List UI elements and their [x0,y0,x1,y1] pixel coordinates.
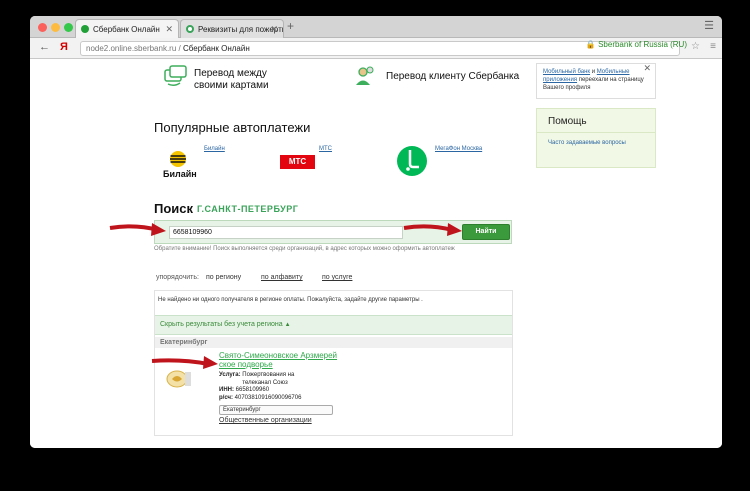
sort-label: упорядочить: [156,274,199,281]
caret-up-icon: ▲ [284,322,291,328]
annotation-arrow-icon [109,223,166,236]
close-window-icon[interactable] [38,23,47,32]
menu-icon[interactable]: ≡ [710,41,716,52]
url-title: Сбербанк Онлайн [182,44,250,53]
mts-logo: МТС [280,155,315,169]
new-tab-icon[interactable]: + [287,19,294,33]
tab-label: Сбербанк Онлайн [93,25,160,34]
url-host: node2.online.sberbank.ru [86,44,177,53]
menu-icon[interactable]: ☰ [704,19,714,32]
region-header: Екатеринбург [155,337,512,348]
city-select[interactable]: Екатеринбург [219,405,333,415]
help-title: Помощь [548,116,587,127]
annotation-arrow-icon [151,356,218,369]
search-title: Поиск [154,201,194,216]
organization-logo-icon [166,370,191,388]
users-icon [356,66,374,85]
sort-by-region[interactable]: по региону [206,274,241,281]
address-bar: ← Я node2.online.sberbank.ru / Сбербанк … [30,38,722,59]
account-label: р/сч: [219,394,233,401]
search-city-link[interactable]: Г.САНКТ-ПЕТЕРБУРГ [197,204,298,214]
autopay-title: Популярные автоплатежи [154,120,311,135]
autopay-link-beeline[interactable]: Билайн [204,146,225,152]
organization-details: Услуга: Пожертвования на телеканал Союз … [219,372,302,402]
cards-icon [164,65,187,87]
browser-logo[interactable]: Я [60,41,68,53]
help-box: Помощь Часто задаваемые вопросы [536,108,656,168]
transfer-between-cards-label: Перевод между своими картами [194,68,269,91]
transfer-to-client-label: Перевод клиенту Сбербанка [386,71,520,82]
faq-link[interactable]: Часто задаваемые вопросы [548,140,628,147]
sort-by-service[interactable]: по услуге [322,274,352,281]
search-note: Обратите внимание! Поиск выполняется сре… [154,246,455,252]
service-value: Пожертвования на телеканал Союз [242,372,295,386]
browser-window: Сбербанк Онлайн ✕ Реквизиты для пожертво… [30,16,722,448]
search-input[interactable] [169,226,403,239]
back-arrow-icon[interactable]: ← [39,41,50,53]
secure-label: Sberbank of Russia (RU) [598,40,687,49]
hide-results-toggle[interactable]: Скрыть результаты без учета региона ▲ [155,315,512,335]
tab-bar: Сбербанк Онлайн ✕ Реквизиты для пожертво… [30,16,722,38]
page-content: Перевод между своими картами Перевод кли… [30,60,722,448]
close-tab-icon[interactable]: ✕ [165,24,173,35]
inn-label: ИНН: [219,387,234,393]
close-tab-icon[interactable]: ✕ [270,24,278,35]
find-button[interactable]: Найти [462,224,510,240]
account-value: 40703810916090096706 [234,394,302,401]
category-link[interactable]: Общественные организации [219,417,312,424]
annotation-arrow-icon [403,223,462,236]
url-separator: / [176,44,183,53]
hint-link-mobile-bank[interactable]: Мобильный банк [543,69,590,75]
autopay-link-mts[interactable]: МТС [319,146,332,152]
service-label: Услуга: [219,372,241,378]
not-found-message: Не найдено ни одного получателя в регион… [158,297,423,303]
inn-value: 6658109960 [235,387,270,393]
autopay-link-megafon[interactable]: МегаФон Москва [435,146,482,152]
hint-text: и [590,69,597,75]
secure-badge[interactable]: 🔒 Sberbank of Russia (RU) [586,40,687,49]
megafon-logo-icon [397,146,427,176]
bookmark-star-icon[interactable]: ☆ [691,41,700,52]
hide-results-label: Скрыть результаты без учета региона [160,321,283,328]
close-hint-icon[interactable]: ✕ [643,64,651,73]
beeline-logo-text: Билайн [163,169,197,179]
hint-box: ✕ Мобильный банк и Мобильные приложения … [536,63,656,99]
help-divider [537,132,655,133]
sberbank-favicon-icon [81,25,89,33]
organization-name-link[interactable]: Свято-Симеоновское Арзмерей ское подворь… [219,351,349,369]
tab-sberbank-online[interactable]: Сбербанк Онлайн ✕ [75,19,179,38]
maximize-window-icon[interactable] [64,23,73,32]
minimize-window-icon[interactable] [51,23,60,32]
beeline-logo-icon [170,151,186,167]
page-favicon-icon [186,25,194,33]
sort-by-alpha[interactable]: по алфавиту [261,274,303,281]
tab-requisites[interactable]: Реквизиты для пожертвова... ✕ [180,19,284,38]
